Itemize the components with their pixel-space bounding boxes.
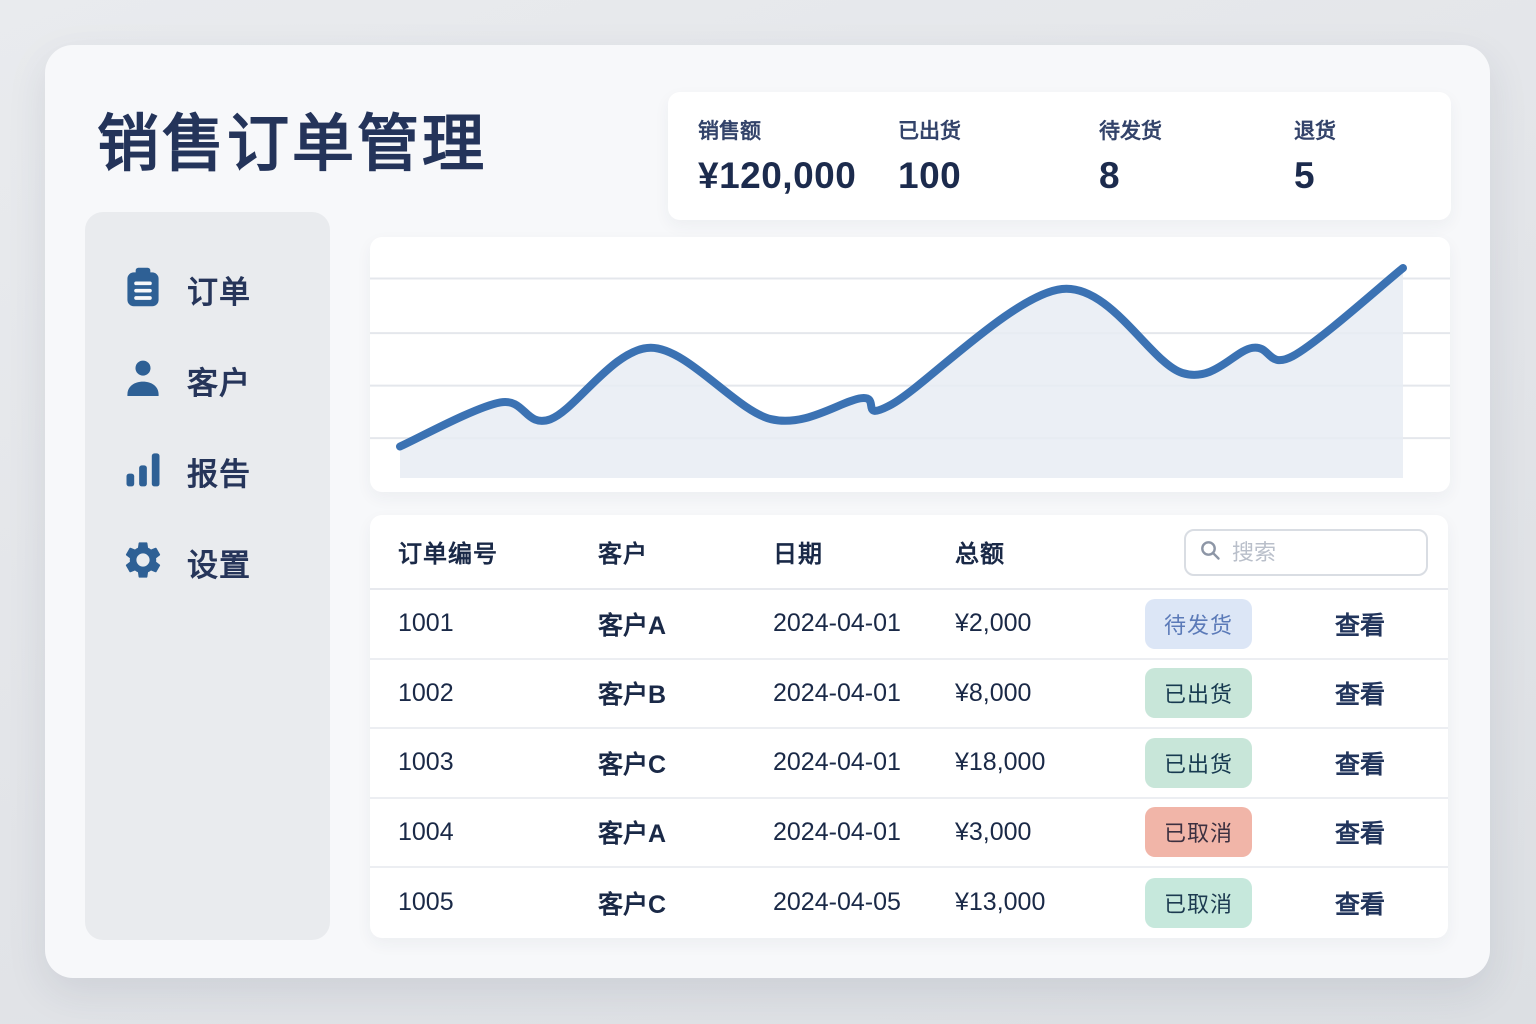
stat-label: 退货 <box>1294 120 1336 143</box>
stat-returns: 退货 5 <box>1294 115 1336 197</box>
stat-value: ¥120,000 <box>698 155 857 196</box>
stat-value: 5 <box>1294 155 1316 196</box>
view-order-link[interactable]: 查看 <box>1335 745 1448 781</box>
stat-pending: 待发货 8 <box>1099 115 1294 197</box>
stat-sales-total: 销售额 ¥120,000 <box>698 115 898 197</box>
customer-cell: 客户A <box>598 820 667 849</box>
order-id-cell: 1001 <box>398 609 454 638</box>
status-badge: 已出货 <box>1145 737 1252 788</box>
stat-value: 8 <box>1099 155 1121 196</box>
orders-table-header: 订单编号 客户 日期 总额 <box>370 515 1448 590</box>
area-chart <box>370 264 1450 478</box>
sidebar-item-reports[interactable]: 报告 <box>85 426 330 517</box>
search-icon <box>1198 538 1222 567</box>
table-row: 1004 客户A 2024-04-01 ¥3,000 已取消 查看 <box>370 799 1448 868</box>
status-badge: 已取消 <box>1145 807 1252 858</box>
sidebar-item-label: 订单 <box>187 275 251 310</box>
column-header-date: 日期 <box>773 541 823 568</box>
amount-cell: ¥18,000 <box>955 748 1046 777</box>
orders-table: 订单编号 客户 日期 总额 1001 客户A 2024-04-01 ¥2,000… <box>370 515 1448 938</box>
stat-label: 已出货 <box>898 120 961 143</box>
table-row: 1005 客户C 2024-04-05 ¥13,000 已取消 查看 <box>370 868 1448 938</box>
date-cell: 2024-04-01 <box>773 817 901 846</box>
amount-cell: ¥2,000 <box>955 609 1032 638</box>
sidebar-item-settings[interactable]: 设置 <box>85 517 330 608</box>
sidebar-item-label: 设置 <box>187 548 251 583</box>
customer-cell: 客户B <box>598 681 667 710</box>
view-order-link[interactable]: 查看 <box>1335 814 1448 850</box>
order-id-cell: 1003 <box>398 748 454 777</box>
orders-table-body: 1001 客户A 2024-04-01 ¥2,000 待发货 查看 1002 客… <box>370 590 1448 938</box>
stats-summary-card: 销售额 ¥120,000 已出货 100 待发货 8 退货 5 <box>668 92 1451 220</box>
sales-order-dashboard: 销售订单管理 销售额 ¥120,000 已出货 100 待发货 8 退货 5 订… <box>45 45 1490 978</box>
customer-cell: 客户C <box>598 750 667 779</box>
order-id-cell: 1004 <box>398 817 454 846</box>
customer-cell: 客户A <box>598 611 667 640</box>
sidebar-item-customers[interactable]: 客户 <box>85 335 330 426</box>
table-row: 1003 客户C 2024-04-01 ¥18,000 已出货 查看 <box>370 729 1448 799</box>
status-badge: 已取消 <box>1145 877 1252 928</box>
column-header-amount: 总额 <box>955 541 1005 568</box>
table-row: 1001 客户A 2024-04-01 ¥2,000 待发货 查看 <box>370 590 1448 660</box>
view-order-link[interactable]: 查看 <box>1335 606 1448 642</box>
status-badge: 待发货 <box>1145 598 1252 649</box>
sidebar-item-orders[interactable]: 订单 <box>85 244 330 335</box>
order-id-cell: 1005 <box>398 888 454 917</box>
order-id-cell: 1002 <box>398 678 454 707</box>
customer-cell: 客户C <box>598 890 667 919</box>
search-input[interactable] <box>1232 539 1414 566</box>
amount-cell: ¥3,000 <box>955 817 1032 846</box>
stat-label: 销售额 <box>698 120 761 143</box>
search-box[interactable] <box>1184 529 1428 576</box>
sidebar-item-label: 客户 <box>187 366 251 401</box>
clipboard-icon <box>121 265 165 314</box>
sales-trend-chart <box>370 237 1450 492</box>
page-title: 销售订单管理 <box>97 110 488 179</box>
column-header-order-id: 订单编号 <box>398 541 498 568</box>
sidebar: 订单 客户 报告 设置 <box>85 212 330 940</box>
stat-value: 100 <box>898 155 962 196</box>
stat-shipped: 已出货 100 <box>898 115 1099 197</box>
gear-icon <box>121 538 165 587</box>
date-cell: 2024-04-01 <box>773 748 901 777</box>
amount-cell: ¥8,000 <box>955 678 1032 707</box>
amount-cell: ¥13,000 <box>955 888 1046 917</box>
table-row: 1002 客户B 2024-04-01 ¥8,000 已出货 查看 <box>370 660 1448 729</box>
date-cell: 2024-04-05 <box>773 888 901 917</box>
view-order-link[interactable]: 查看 <box>1335 885 1448 921</box>
stat-label: 待发货 <box>1099 120 1162 143</box>
status-badge: 已出货 <box>1145 668 1252 719</box>
sidebar-item-label: 报告 <box>187 457 251 492</box>
view-order-link[interactable]: 查看 <box>1335 675 1448 711</box>
column-header-customer: 客户 <box>598 541 648 568</box>
date-cell: 2024-04-01 <box>773 678 901 707</box>
user-icon <box>121 356 165 405</box>
date-cell: 2024-04-01 <box>773 609 901 638</box>
bar-chart-icon <box>121 447 165 496</box>
